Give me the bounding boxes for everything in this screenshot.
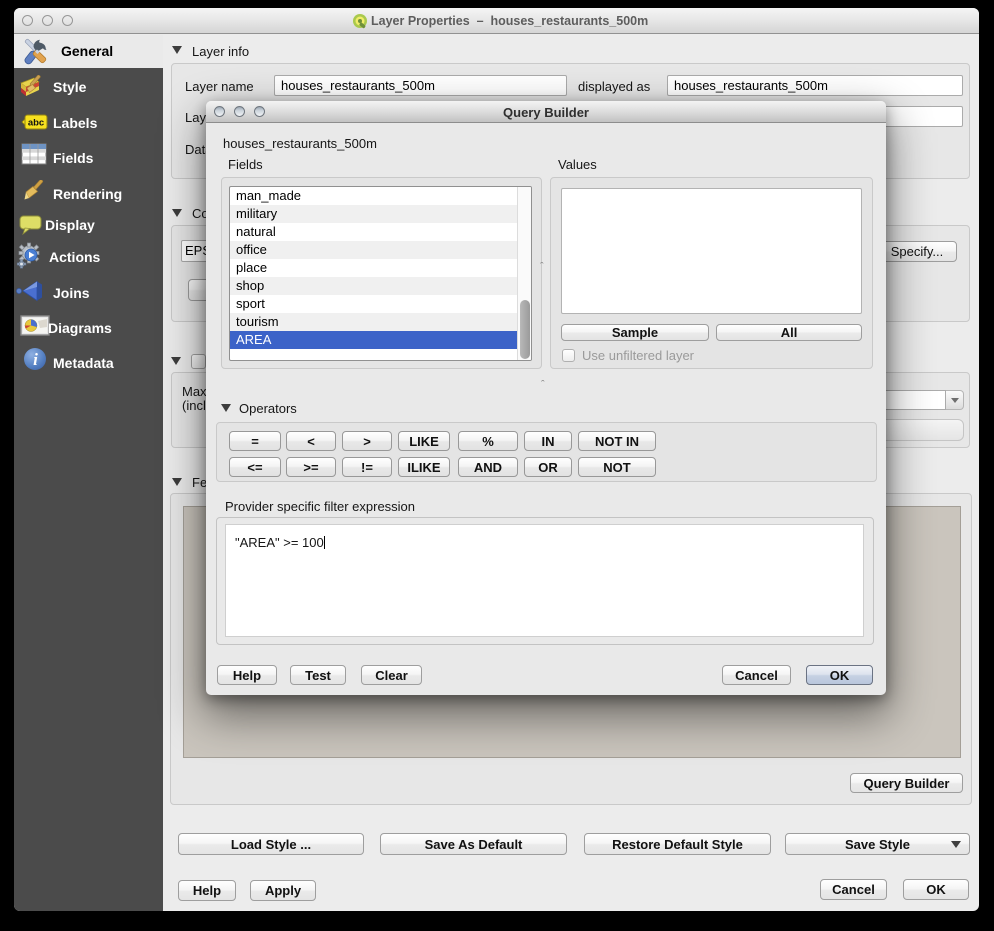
svg-text:abc: abc	[28, 118, 44, 129]
svg-text:i: i	[33, 350, 38, 369]
